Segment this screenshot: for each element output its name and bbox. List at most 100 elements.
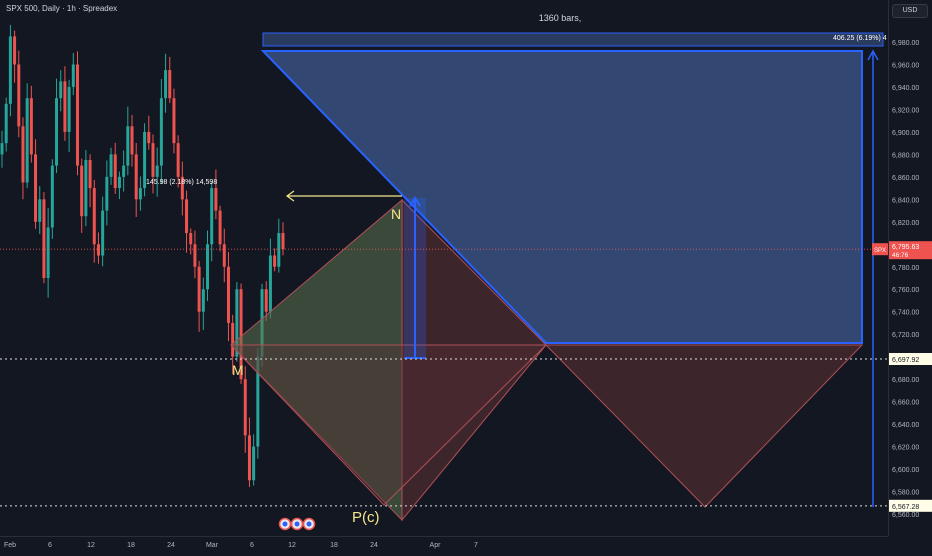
- time-tick: 6: [250, 542, 254, 549]
- price-tick: 6,980.00: [892, 40, 919, 47]
- candle-body: [67, 86, 71, 132]
- bars-count-label: 1360 bars,: [539, 13, 582, 23]
- level-value-lower: 6,567.28: [892, 504, 919, 511]
- time-axis-svg: Feb 6 12 18 24 Mar 6 12 18 24 Apr 7: [4, 542, 478, 549]
- event-flag-dot: [282, 521, 288, 527]
- point-pc-label: P(c): [352, 509, 380, 526]
- candle-body: [281, 233, 285, 250]
- drawings-layer: [229, 32, 884, 522]
- price-axis[interactable]: 6,980.00 6,960.00 6,940.00 6,920.00 6,900.00…: [888, 0, 932, 536]
- candle-body: [277, 233, 281, 267]
- time-tick: 24: [370, 542, 378, 549]
- candle-body: [4, 103, 8, 144]
- candle-body: [206, 244, 210, 290]
- candle-body: [193, 244, 197, 267]
- candle-body: [101, 210, 105, 256]
- time-tick: 6: [48, 542, 52, 549]
- event-flag-dot: [294, 521, 300, 527]
- price-tick: 6,640.00: [892, 422, 919, 429]
- candle-body: [247, 435, 251, 481]
- candle-body: [273, 255, 277, 267]
- candles-layer: [0, 24, 285, 488]
- price-tick: 6,820.00: [892, 220, 919, 227]
- candle-body: [231, 322, 235, 357]
- time-axis[interactable]: Feb 6 12 18 24 Mar 6 12 18 24 Apr 7: [0, 536, 888, 551]
- candle-body: [243, 379, 247, 436]
- triangle-projection: [544, 344, 864, 508]
- candle-body: [71, 64, 75, 87]
- candle-body: [29, 98, 33, 155]
- price-tick: 6,880.00: [892, 152, 919, 159]
- candle-body: [197, 266, 201, 312]
- candle-body: [130, 126, 134, 155]
- price-tick: 6,680.00: [892, 377, 919, 384]
- candle-body: [38, 199, 42, 222]
- range-measure-bar: [262, 32, 884, 47]
- candle-body: [25, 98, 29, 183]
- candle-body: [55, 98, 59, 166]
- candle-body: [126, 126, 130, 166]
- candle-body: [138, 188, 142, 200]
- price-tick: 6,780.00: [892, 265, 919, 272]
- price-tick: 6,720.00: [892, 332, 919, 339]
- candle-body: [84, 160, 88, 217]
- candle-body: [164, 70, 168, 99]
- candle-body: [155, 165, 159, 177]
- time-tick: 12: [288, 542, 296, 549]
- level-value-upper: 6,697.92: [892, 357, 919, 364]
- chart-svg: 1360 bars, 406.25 (6.19%) 4 145.98 (2.18%)…: [0, 13, 888, 531]
- candle-body: [218, 210, 222, 245]
- candle-body: [50, 165, 54, 228]
- candle-body: [88, 160, 92, 189]
- range-measure-label: 406.25 (6.19%) 4: [833, 35, 887, 42]
- price-tick: 6,900.00: [892, 130, 919, 137]
- candle-body: [226, 266, 230, 323]
- current-price-countdown: 46:76: [892, 252, 909, 259]
- time-tick: 18: [127, 542, 135, 549]
- candle-body: [159, 98, 163, 166]
- candle-body: [268, 255, 272, 312]
- candle-body: [21, 126, 25, 183]
- triangle-base: [229, 344, 548, 506]
- candle-body: [117, 176, 121, 189]
- candle-body: [210, 188, 214, 245]
- symbol-tag-label: SPX: [874, 248, 886, 254]
- price-tick: 6,940.00: [892, 85, 919, 92]
- price-tick: 6,620.00: [892, 445, 919, 452]
- point-m-label: M: [232, 362, 244, 378]
- price-tick: 6,580.00: [892, 490, 919, 497]
- candle-body: [105, 176, 109, 211]
- candle-body: [92, 188, 96, 245]
- candle-body: [0, 143, 4, 155]
- point-n-label: N: [391, 206, 401, 222]
- price-tick: 6,860.00: [892, 175, 919, 182]
- time-tick: Apr: [430, 542, 442, 549]
- candle-body: [214, 188, 218, 211]
- candle-body: [63, 81, 67, 132]
- candle-body: [34, 154, 38, 222]
- measure-label: 145.98 (2.18%) 14,598: [146, 179, 217, 186]
- current-price-value: 6,795.63: [892, 244, 919, 251]
- candle-body: [122, 165, 126, 177]
- candle-body: [252, 446, 256, 481]
- price-tick: 6,960.00: [892, 62, 919, 69]
- currency-button[interactable]: USD: [892, 4, 928, 18]
- candle-body: [151, 143, 155, 177]
- time-tick: 12: [87, 542, 95, 549]
- candle-body: [201, 289, 205, 312]
- price-tick: 6,560.00: [892, 512, 919, 519]
- candle-body: [42, 199, 46, 278]
- price-tick: 6,760.00: [892, 287, 919, 294]
- candle-body: [8, 36, 12, 104]
- symbol-title[interactable]: SPX 500, Daily · 1h · Spreadex: [6, 4, 117, 13]
- price-tick: 6,920.00: [892, 107, 919, 114]
- candle-body: [176, 143, 180, 177]
- time-tick: Mar: [206, 542, 219, 549]
- candle-body: [185, 199, 189, 234]
- price-tick: 6,600.00: [892, 467, 919, 474]
- candle-body: [80, 165, 84, 217]
- chart-canvas[interactable]: 1360 bars, 406.25 (6.19%) 4 145.98 (2.18%)…: [0, 0, 932, 550]
- candle-body: [134, 154, 138, 200]
- candle-body: [113, 154, 117, 189]
- candle-body: [168, 70, 172, 99]
